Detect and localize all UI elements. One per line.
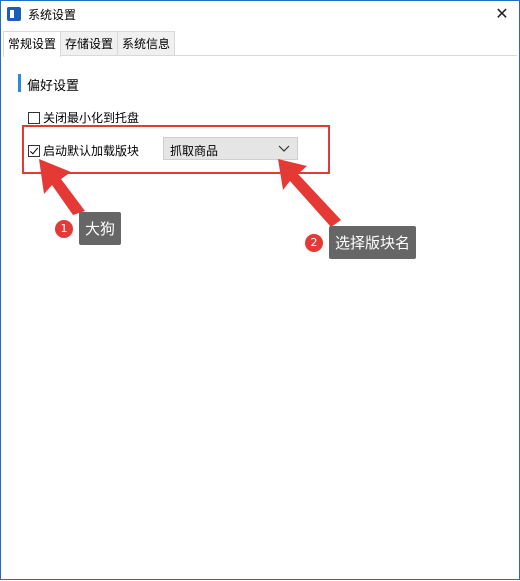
settings-window: 系统设置 ✕ 常规设置 存储设置 系统信息 偏好设置 关闭最小化到托盘 启动默认… (0, 0, 520, 580)
arrow-1 (39, 159, 85, 215)
annotation-label-2: 选择版块名 (329, 226, 417, 259)
annotation-label-1: 大狗 (79, 212, 122, 245)
arrow-2 (278, 159, 341, 227)
annotation-badge-2: 2 (305, 233, 323, 252)
annotation-1: 1 大狗 (55, 212, 122, 245)
tab-general-settings[interactable]: 常规设置 (3, 31, 62, 57)
annotation-arrows (39, 159, 341, 227)
annotation-badge-1: 1 (55, 219, 73, 238)
annotation-2: 2 选择版块名 (305, 226, 417, 259)
